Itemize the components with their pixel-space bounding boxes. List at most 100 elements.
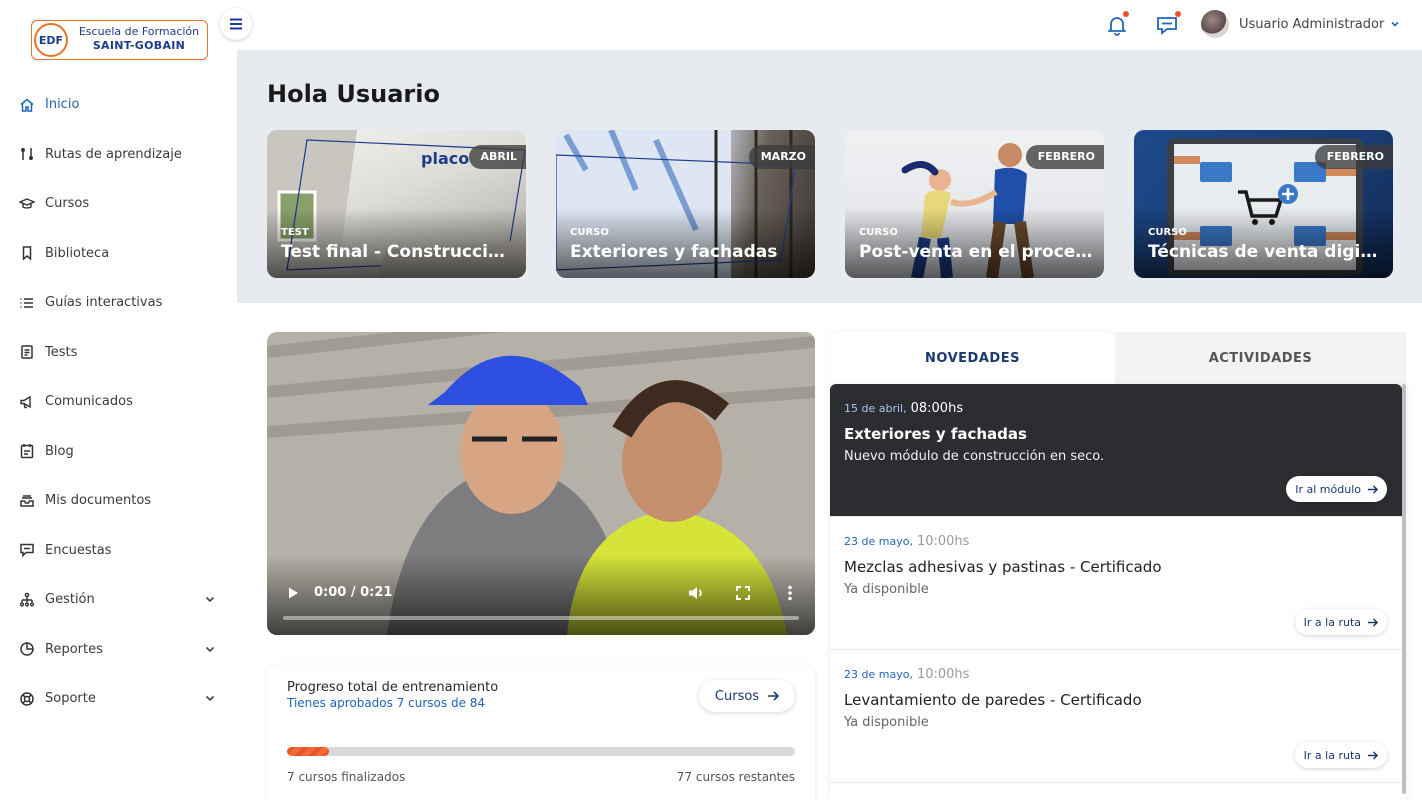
sidebar-item-label: Biblioteca (45, 245, 110, 261)
go-to-module-button[interactable]: Ir al módulo (1286, 476, 1387, 502)
news-subtitle: Ya disponible (844, 582, 929, 597)
news-time: 10:00hs (916, 534, 970, 549)
course-card[interactable]: FEBRERO CURSO Técnicas de venta digital (1134, 130, 1393, 278)
sidebar-item-reportes[interactable]: Reportes (0, 625, 237, 675)
news-date-text: 15 de abril (844, 402, 904, 415)
news-date: 23 de mayo, 10:00hs (844, 534, 970, 549)
chevron-down-icon (205, 695, 215, 702)
course-card[interactable]: FEBRERO CURSO Post-venta en el proceso c… (845, 130, 1104, 278)
sidebar-item-biblioteca[interactable]: Biblioteca (0, 229, 237, 279)
progress-bar (287, 747, 795, 756)
sidebar-item-label: Mis documentos (45, 493, 152, 509)
list-icon (19, 295, 35, 311)
news-title: Levantamiento de paredes - Certificado (844, 691, 1142, 709)
sidebar-item-inicio[interactable]: Inicio (0, 80, 237, 130)
sidebar-item-rutas[interactable]: Rutas de aprendizaje (0, 130, 237, 180)
message-icon (1157, 17, 1177, 35)
card-type: CURSO (570, 227, 609, 238)
sidebar-item-comunicados[interactable]: Comunicados (0, 377, 237, 427)
completed-count: 7 cursos finalizados (287, 770, 406, 784)
button-label: Ir a la ruta (1303, 748, 1361, 762)
tab-novedades[interactable]: NOVEDADES (830, 332, 1115, 384)
avatar[interactable] (1201, 10, 1229, 38)
more-options-icon[interactable] (787, 585, 793, 601)
inbox-icon (19, 493, 35, 509)
home-icon (19, 97, 35, 113)
lifebuoy-icon (19, 691, 35, 707)
sidebar-item-encuestas[interactable]: Encuestas (0, 526, 237, 576)
hero-section: Hola Usuario placo ABRIL TEST Test final… (237, 50, 1422, 303)
chat-icon (19, 542, 35, 558)
user-name[interactable]: Usuario Administrador (1239, 17, 1384, 32)
school-logo[interactable]: EDF Escuela de Formación SAINT-GOBAIN (31, 20, 208, 60)
progress-title: Progreso total de entrenamiento (287, 680, 499, 695)
logo-badge: EDF (34, 23, 68, 57)
news-subtitle: Ya disponible (844, 715, 929, 730)
arrow-right-icon (1367, 484, 1378, 494)
message-dot (1175, 11, 1181, 17)
sidebar-item-label: Gestión (45, 592, 95, 608)
go-to-route-button[interactable]: Ir a la ruta (1294, 742, 1387, 768)
feed-scrollbar[interactable] (1402, 384, 1406, 794)
sidebar-item-guias[interactable]: Guías interactivas (0, 278, 237, 328)
sidebar-item-cursos[interactable]: Cursos (0, 179, 237, 229)
go-to-route-button[interactable]: Ir a la ruta (1294, 609, 1387, 635)
sidebar-item-label: Blog (45, 443, 74, 459)
news-date: 23 de mayo, 10:00hs (844, 667, 970, 682)
news-title: Mezclas adhesivas y pastinas - Certifica… (844, 558, 1162, 576)
progress-bar-fill (287, 747, 330, 756)
megaphone-icon (19, 394, 35, 410)
video-player[interactable]: 0:00 / 0:21 (267, 332, 815, 635)
chevron-down-icon (205, 596, 215, 603)
fullscreen-icon[interactable] (736, 586, 750, 600)
hamburger-icon (230, 18, 242, 30)
graduation-cap-icon (19, 196, 35, 212)
news-item: 15 de abril, 08:00hs Exteriores y fachada… (830, 384, 1402, 517)
remaining-count: 77 cursos restantes (676, 770, 795, 784)
news-item: 23 de mayo, 10:00hs Levantamiento de pare… (830, 650, 1402, 783)
sidebar-item-label: Rutas de aprendizaje (45, 146, 182, 162)
route-icon (19, 146, 35, 162)
sidebar-item-blog[interactable]: Blog (0, 427, 237, 477)
video-progress-track[interactable] (283, 616, 799, 620)
sidebar-item-tests[interactable]: Tests (0, 328, 237, 378)
sidebar-nav: Inicio Rutas de aprendizaje Cursos Bibli… (0, 80, 237, 724)
logo-line-2: SAINT-GOBAIN (92, 39, 186, 52)
courses-button[interactable]: Cursos (699, 680, 795, 712)
sidebar-item-documentos[interactable]: Mis documentos (0, 476, 237, 526)
news-date-text: 23 de mayo (844, 535, 910, 548)
play-icon[interactable] (286, 586, 300, 600)
card-type: TEST (281, 227, 309, 238)
button-label: Ir a la ruta (1303, 615, 1361, 629)
course-card[interactable]: placo ABRIL TEST Test final - Construcci… (267, 130, 526, 278)
sidebar-item-label: Inicio (45, 97, 80, 113)
notepad-icon (19, 443, 35, 459)
news-feed: 15 de abril, 08:00hs Exteriores y fachada… (830, 384, 1406, 800)
card-title: Post-venta en el proceso comercial (859, 242, 1094, 262)
training-progress-card: Progreso total de entrenamiento Tienes a… (267, 665, 815, 800)
arrow-right-icon (1367, 750, 1378, 760)
sidebar-item-label: Encuestas (45, 542, 112, 558)
card-month-badge: MARZO (748, 145, 815, 169)
bookmark-icon (19, 245, 35, 261)
card-month-badge: FEBRERO (1025, 145, 1104, 169)
tab-actividades[interactable]: ACTIVIDADES (1115, 332, 1406, 384)
chevron-down-icon[interactable] (1389, 18, 1401, 30)
sidebar-item-label: Guías interactivas (45, 295, 163, 311)
notifications-button[interactable] (1105, 11, 1129, 37)
news-date-text: 23 de mayo (844, 668, 910, 681)
news-time: 08:00hs (910, 401, 964, 416)
progress-subtitle: Tienes aprobados 7 cursos de 84 (287, 696, 486, 710)
button-label: Ir al módulo (1295, 482, 1361, 496)
sidebar-item-label: Soporte (45, 691, 96, 707)
sidebar: EDF Escuela de Formación SAINT-GOBAIN In… (0, 0, 237, 800)
sidebar-item-gestion[interactable]: Gestión (0, 575, 237, 625)
course-card[interactable]: MARZO CURSO Exteriores y fachadas (556, 130, 815, 278)
topbar: Usuario Administrador (237, 0, 1422, 50)
courses-button-label: Cursos (714, 688, 760, 704)
volume-icon[interactable] (687, 584, 705, 602)
sidebar-item-soporte[interactable]: Soporte (0, 674, 237, 724)
menu-toggle-button[interactable] (220, 8, 252, 40)
page-title: Hola Usuario (267, 80, 440, 108)
messages-button[interactable] (1155, 11, 1181, 37)
